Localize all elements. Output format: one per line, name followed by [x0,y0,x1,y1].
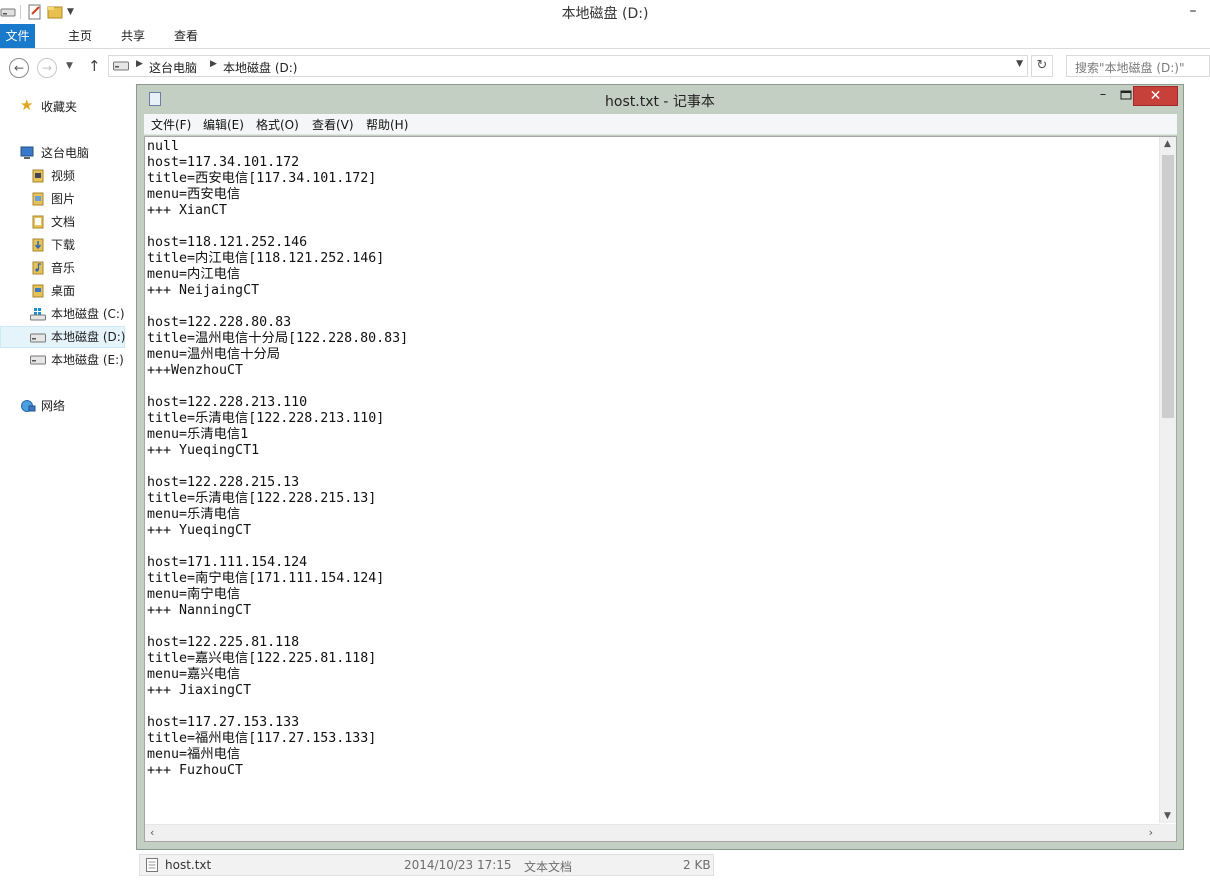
nav-label: 本地磁盘 (D:) [51,330,126,344]
notepad-title-bar[interactable]: host.txt - 记事本 – ✕ [137,85,1183,115]
nav-item-documents[interactable]: 文档 [0,211,125,233]
network-icon [21,400,36,412]
nav-label: 本地磁盘 (E:) [51,353,124,367]
nav-label: 这台电脑 [41,146,90,160]
nav-label: 文档 [51,215,76,229]
horizontal-scrollbar[interactable]: ‹ › [145,824,1159,841]
video-folder-icon [32,169,44,183]
navigation-pane: ★ 收藏夹 这台电脑 视频 图片 文档 下载 音乐 桌面 本地磁盘 (C:) 本… [0,85,132,890]
notepad-close-button[interactable]: ✕ [1133,86,1178,106]
menu-help[interactable]: 帮助(H) [366,116,408,133]
scroll-left-icon[interactable]: ‹ [150,826,154,839]
menu-file[interactable]: 文件(F) [151,116,191,133]
notepad-menu-bar: 文件(F) 编辑(E) 格式(O) 查看(V) 帮助(H) [144,114,1177,135]
vertical-scroll-thumb[interactable] [1162,155,1174,418]
search-input[interactable]: 搜索"本地磁盘 (D:)" [1066,55,1210,77]
chevron-down-icon[interactable]: ▼ [1016,59,1023,69]
address-row: ← → ▼ ↑ ▶ 这台电脑 ▶ 本地磁盘 (D:) ▼ ↻ 搜索"本地磁盘 (… [0,49,1210,85]
nav-label: 音乐 [51,261,76,275]
nav-item-drive-d[interactable]: 本地磁盘 (D:) [0,326,125,348]
nav-item-downloads[interactable]: 下载 [0,234,125,256]
scroll-up-icon[interactable]: ▲ [1164,139,1171,149]
drive-icon [30,355,46,365]
recent-locations-button[interactable]: ▼ [66,61,73,71]
arrow-left-icon: ← [13,61,25,75]
chevron-right-icon[interactable]: ▶ [210,59,217,69]
menu-format[interactable]: 格式(O) [256,116,299,133]
nav-item-network[interactable]: 网络 [0,395,125,417]
file-name: host.txt [165,858,212,872]
computer-icon [20,146,34,159]
address-bar[interactable]: ▶ 这台电脑 ▶ 本地磁盘 (D:) ▼ [108,55,1028,77]
tab-home[interactable]: 主页 [58,24,102,48]
tab-view[interactable]: 查看 [164,24,208,48]
ribbon-tabs: 文件 主页 共享 查看 [0,24,1210,49]
menu-edit[interactable]: 编辑(E) [203,116,244,133]
menu-view[interactable]: 查看(V) [312,116,354,133]
notepad-window[interactable]: host.txt - 记事本 – ✕ 文件(F) 编辑(E) 格式(O) 查看(… [136,84,1184,850]
nav-item-videos[interactable]: 视频 [0,165,125,187]
nav-label: 下载 [51,238,76,252]
back-button[interactable]: ← [9,58,29,78]
nav-item-this-pc[interactable]: 这台电脑 [0,142,125,164]
chevron-right-icon[interactable]: ▶ [136,59,143,69]
documents-folder-icon [32,215,44,229]
nav-item-favorites[interactable]: ★ 收藏夹 [0,96,125,118]
file-modified: 2014/10/23 17:15 [404,858,512,872]
refresh-button[interactable]: ↻ [1031,55,1053,77]
minimize-button[interactable]: – [1184,2,1202,20]
window-title: 本地磁盘 (D:) [561,6,649,22]
forward-button[interactable]: → [37,58,57,78]
nav-label: 视频 [51,169,76,183]
up-button[interactable]: ↑ [88,57,101,75]
text-file-icon [146,858,158,872]
nav-label: 网络 [41,399,66,413]
notepad-edit-area[interactable]: null host=117.34.101.172 title=西安电信[117.… [144,136,1177,842]
pictures-folder-icon [32,192,44,206]
vertical-scrollbar[interactable]: ▲ ▼ [1159,137,1176,823]
star-icon: ★ [20,96,34,114]
nav-label: 图片 [51,192,76,206]
explorer-title-bar: ▼ 本地磁盘 (D:) – [0,0,1210,24]
notepad-minimize-button[interactable]: – [1092,87,1114,105]
scroll-corner [1159,824,1176,841]
music-folder-icon [32,261,44,275]
scroll-down-icon[interactable]: ▼ [1164,811,1171,821]
breadcrumb-this-pc[interactable]: 这台电脑 [149,59,197,76]
notepad-title: host.txt - 记事本 [605,94,715,110]
nav-item-desktop[interactable]: 桌面 [0,280,125,302]
windows-drive-icon [30,308,46,321]
drive-icon [30,333,46,343]
refresh-icon: ↻ [1036,58,1048,73]
arrow-right-icon: → [41,61,53,75]
nav-item-music[interactable]: 音乐 [0,257,125,279]
notepad-text[interactable]: null host=117.34.101.172 title=西安电信[117.… [147,139,1157,779]
breadcrumb-drive-d[interactable]: 本地磁盘 (D:) [223,59,297,76]
file-size: 2 KB [683,858,711,872]
tab-share[interactable]: 共享 [111,24,155,48]
nav-label: 本地磁盘 (C:) [51,307,125,321]
nav-label: 收藏夹 [41,100,78,114]
nav-item-pictures[interactable]: 图片 [0,188,125,210]
tab-file[interactable]: 文件 [0,24,35,48]
nav-label: 桌面 [51,284,76,298]
desktop-folder-icon [32,284,44,298]
scroll-right-icon[interactable]: › [1149,826,1153,839]
nav-item-drive-e[interactable]: 本地磁盘 (E:) [0,349,125,371]
drive-icon [113,61,129,71]
file-type: 文本文档 [524,860,573,874]
downloads-folder-icon [32,238,44,252]
nav-item-drive-c[interactable]: 本地磁盘 (C:) [0,303,125,325]
file-row[interactable]: host.txt 2014/10/23 17:15 文本文档 2 KB [139,854,714,876]
